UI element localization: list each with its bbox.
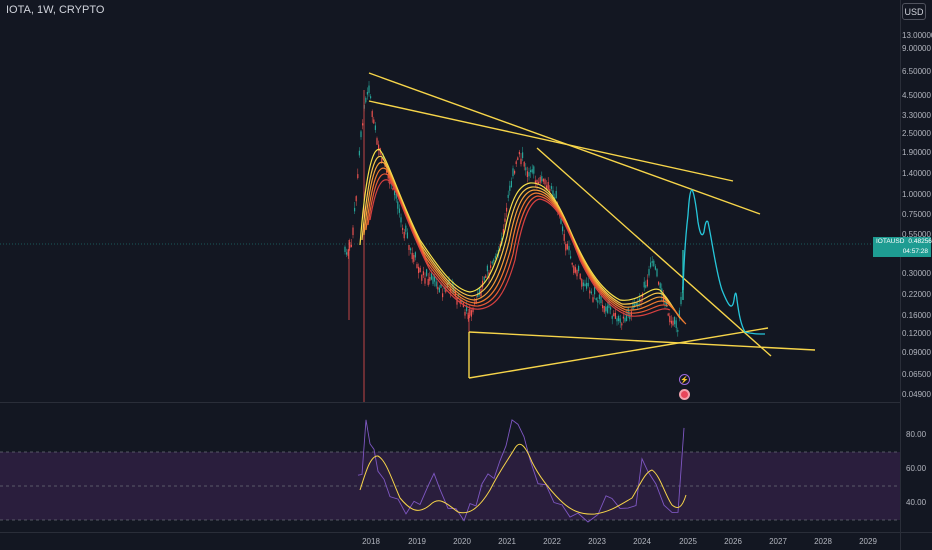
time-tick: 2025: [679, 537, 697, 546]
time-tick: 2027: [769, 537, 787, 546]
time-tick: 2018: [362, 537, 380, 546]
time-tick: 2019: [408, 537, 426, 546]
price-tick: 0.06500: [902, 370, 931, 379]
time-tick: 2029: [859, 537, 877, 546]
price-tick: 0.04900: [902, 390, 931, 399]
last-price-value: 0.48256: [908, 238, 932, 245]
time-tick: 2021: [498, 537, 516, 546]
price-tick: 0.16000: [902, 311, 931, 320]
last-price-tag[interactable]: IOTAUSD 0.48256 04:57:28: [873, 237, 932, 257]
time-tick: 2026: [724, 537, 742, 546]
rsi-tick: 60.00: [906, 464, 927, 473]
price-tick: 2.50000: [902, 129, 931, 138]
price-tick: 1.00000: [902, 190, 931, 199]
price-tick: 0.09000: [902, 348, 931, 357]
currency-button[interactable]: USD: [902, 3, 926, 20]
time-tick: 2024: [633, 537, 651, 546]
price-candles: [344, 81, 684, 402]
price-tick: 1.90000: [902, 148, 931, 157]
price-tick: 1.40000: [902, 169, 931, 178]
bar-countdown: 04:57:28: [902, 248, 928, 255]
price-tick: 6.50000: [902, 67, 931, 76]
time-axis-border: [0, 532, 932, 533]
pane-separator[interactable]: [0, 402, 900, 403]
rsi-tick: 40.00: [906, 498, 927, 507]
price-tick: 9.00000: [902, 44, 931, 53]
chart-canvas[interactable]: [0, 0, 932, 550]
price-tick: 3.30000: [902, 111, 931, 120]
price-tick: 0.75000: [902, 210, 931, 219]
time-tick: 2023: [588, 537, 606, 546]
time-tick: 2020: [453, 537, 471, 546]
price-tick: 0.30000: [902, 269, 931, 278]
symbol-legend[interactable]: IOTA, 1W, CRYPTO: [6, 4, 104, 16]
earnings-icon[interactable]: [679, 389, 690, 400]
price-tick: 13.00000: [902, 31, 932, 40]
price-tick: 0.12000: [902, 329, 931, 338]
price-tick: 0.22000: [902, 290, 931, 299]
last-price-ticker: IOTAUSD: [876, 238, 905, 245]
rsi-tick: 80.00: [906, 430, 927, 439]
price-tick: 4.50000: [902, 91, 931, 100]
time-tick: 2022: [543, 537, 561, 546]
price-scale-border: [900, 0, 901, 550]
time-tick: 2028: [814, 537, 832, 546]
lightning-icon[interactable]: ⚡: [679, 374, 690, 385]
